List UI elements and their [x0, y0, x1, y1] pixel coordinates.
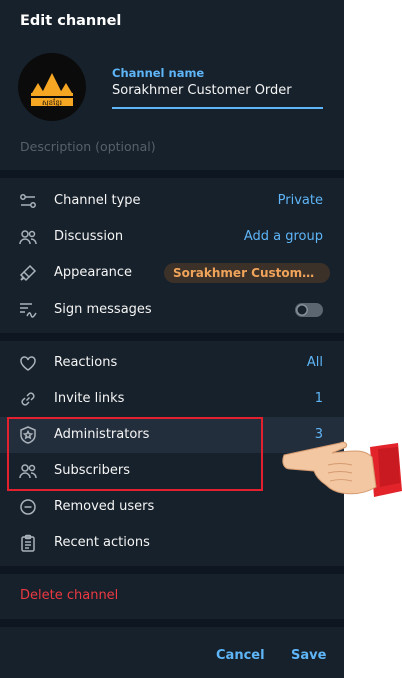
save-button[interactable]: Save	[291, 648, 326, 663]
pointing-hand-icon	[282, 425, 402, 505]
channel-name-input[interactable]: Sorakhmer Customer Order	[112, 83, 323, 109]
minus-circle-icon	[18, 497, 38, 517]
brush-icon	[18, 263, 38, 283]
appearance-value-pill[interactable]: Sorakhmer Customer Or...	[164, 263, 330, 283]
sign-messages-toggle[interactable]	[295, 303, 323, 317]
reactions-label: Reactions	[54, 355, 118, 370]
sliders-icon	[18, 191, 38, 211]
channel-type-value: Private	[277, 193, 323, 208]
section-divider	[0, 333, 344, 341]
sign-messages-row[interactable]: Sign messages	[0, 292, 344, 328]
recent-actions-row[interactable]: Recent actions	[0, 525, 344, 561]
channel-type-label: Channel type	[54, 193, 141, 208]
description-input[interactable]: Description (optional)	[20, 139, 156, 154]
reactions-row[interactable]: Reactions All	[0, 345, 344, 381]
discussion-value[interactable]: Add a group	[244, 219, 323, 255]
channel-type-row[interactable]: Channel type Private	[0, 183, 344, 219]
panel-title: Edit channel	[20, 13, 122, 29]
appearance-row[interactable]: Appearance Sorakhmer Customer Or...	[0, 255, 344, 291]
discussion-label: Discussion	[54, 229, 124, 244]
invite-links-value: 1	[314, 391, 323, 406]
invite-links-row[interactable]: Invite links 1	[0, 381, 344, 417]
channel-name-label: Channel name	[112, 66, 205, 80]
svg-text:សុខខ្មែរ: សុខខ្មែរ	[42, 98, 62, 108]
recent-actions-label: Recent actions	[54, 535, 150, 550]
removed-users-label: Removed users	[54, 499, 155, 514]
users-icon	[18, 227, 38, 247]
channel-logo-icon: សុខខ្មែរ	[31, 73, 73, 108]
discussion-row[interactable]: Discussion Add a group	[0, 219, 344, 255]
cancel-button[interactable]: Cancel	[216, 648, 265, 663]
highlight-box	[7, 417, 263, 491]
toggle-knob	[296, 304, 308, 316]
edit-channel-panel: Edit channel សុខខ្មែរ Channel name Sorak…	[0, 0, 344, 678]
reactions-value: All	[306, 355, 323, 370]
sign-messages-label: Sign messages	[54, 302, 152, 317]
clipboard-icon	[18, 533, 38, 553]
section-divider	[0, 619, 344, 627]
channel-avatar[interactable]: សុខខ្មែរ	[18, 53, 86, 121]
link-icon	[18, 389, 38, 409]
section-divider	[0, 170, 344, 178]
section-divider	[0, 566, 344, 574]
invite-links-label: Invite links	[54, 391, 125, 406]
delete-channel-button[interactable]: Delete channel	[20, 588, 118, 603]
heart-icon	[18, 353, 38, 373]
appearance-label: Appearance	[54, 265, 133, 280]
signature-icon	[18, 300, 38, 320]
